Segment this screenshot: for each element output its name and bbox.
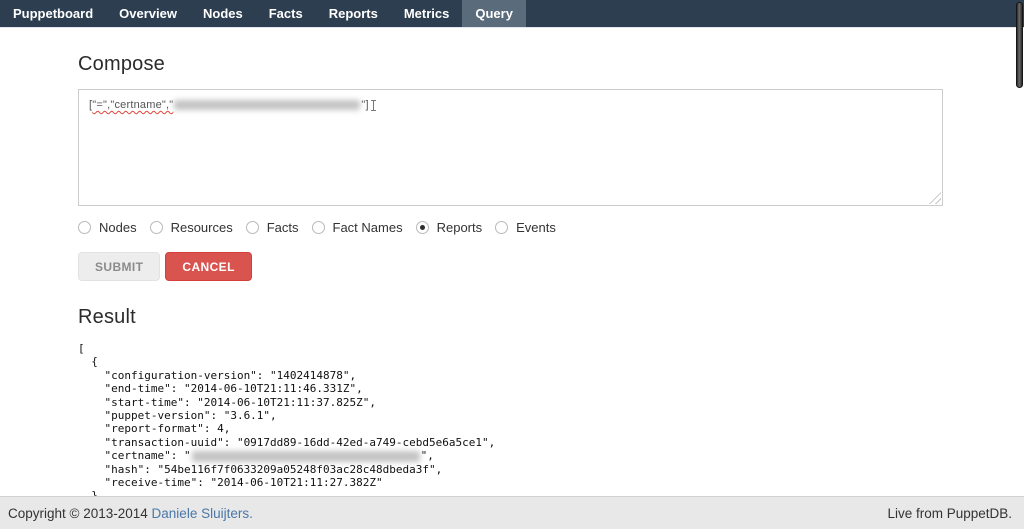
json-line: "certname": "",: [78, 449, 1024, 462]
nav-item-nodes[interactable]: Nodes: [190, 0, 256, 27]
radio-circle-facts[interactable]: [246, 221, 259, 234]
submit-button[interactable]: SUBMIT: [78, 252, 160, 281]
nav-item-query[interactable]: Query: [462, 0, 526, 27]
nav-item-metrics[interactable]: Metrics: [391, 0, 463, 27]
nav-item-reports[interactable]: Reports: [316, 0, 391, 27]
json-line: "transaction-uuid": "0917dd89-16dd-42ed-…: [78, 436, 1024, 449]
radio-circle-nodes[interactable]: [78, 221, 91, 234]
resize-handle-icon[interactable]: [929, 192, 941, 204]
nav-item-overview[interactable]: Overview: [106, 0, 190, 27]
form-buttons: SUBMIT CANCEL: [78, 252, 1024, 281]
result-heading: Result: [78, 306, 1024, 329]
scrollbar-thumb[interactable]: [1016, 2, 1023, 88]
navbar: PuppetboardOverviewNodesFactsReportsMetr…: [0, 0, 1024, 28]
query-text-misspelled: "=","certname",": [92, 99, 173, 111]
cancel-button[interactable]: CANCEL: [165, 252, 251, 281]
radio-facts[interactable]: Facts: [246, 220, 299, 235]
redacted-certname-result: [192, 451, 420, 462]
json-line: "report-format": 4,: [78, 422, 1024, 435]
radio-circle-fact-names[interactable]: [312, 221, 325, 234]
radio-nodes[interactable]: Nodes: [78, 220, 137, 235]
footer: Copyright © 2013-2014 Daniele Sluijters.…: [0, 496, 1024, 529]
json-line: "puppet-version": "3.6.1",: [78, 409, 1024, 422]
radio-label: Facts: [267, 220, 299, 235]
json-line: [: [78, 342, 1024, 355]
json-line: "end-time": "2014-06-10T21:11:46.331Z",: [78, 382, 1024, 395]
query-textarea[interactable]: ["=","certname",""]: [78, 89, 943, 206]
radio-circle-reports[interactable]: [416, 221, 429, 234]
radio-label: Resources: [171, 220, 233, 235]
radio-label: Nodes: [99, 220, 137, 235]
radio-resources[interactable]: Resources: [150, 220, 233, 235]
radio-label: Fact Names: [333, 220, 403, 235]
result-json: [ { "configuration-version": "1402414878…: [78, 342, 1024, 516]
copyright-text: Copyright © 2013-2014 Daniele Sluijters.: [8, 506, 253, 521]
json-line: {: [78, 355, 1024, 368]
json-line: "start-time": "2014-06-10T21:11:37.825Z"…: [78, 396, 1024, 409]
radio-label: Events: [516, 220, 556, 235]
text-cursor: [371, 100, 376, 111]
radio-reports[interactable]: Reports: [416, 220, 483, 235]
radio-events[interactable]: Events: [495, 220, 556, 235]
nav-item-puppetboard[interactable]: Puppetboard: [0, 0, 106, 27]
author-link[interactable]: Daniele Sluijters.: [152, 506, 253, 521]
query-text: ["=","certname",""]: [89, 99, 376, 111]
radio-label: Reports: [437, 220, 483, 235]
json-line: "hash": "54be116f7f0633209a05248f03ac28c…: [78, 463, 1024, 476]
json-line: "configuration-version": "1402414878",: [78, 369, 1024, 382]
json-line: "receive-time": "2014-06-10T21:11:27.382…: [78, 476, 1024, 489]
nav-item-facts[interactable]: Facts: [256, 0, 316, 27]
radio-fact-names[interactable]: Fact Names: [312, 220, 403, 235]
redacted-certname-value: [174, 100, 360, 110]
query-type-radios: Nodes Resources Facts Fact Names Reports Even…: [78, 220, 1024, 235]
radio-circle-events[interactable]: [495, 221, 508, 234]
main-content: Compose ["=","certname",""] Nodes Resourc…: [0, 28, 1024, 516]
compose-heading: Compose: [78, 53, 1024, 76]
live-from-puppetdb-text: Live from PuppetDB.: [887, 506, 1012, 521]
radio-circle-resources[interactable]: [150, 221, 163, 234]
